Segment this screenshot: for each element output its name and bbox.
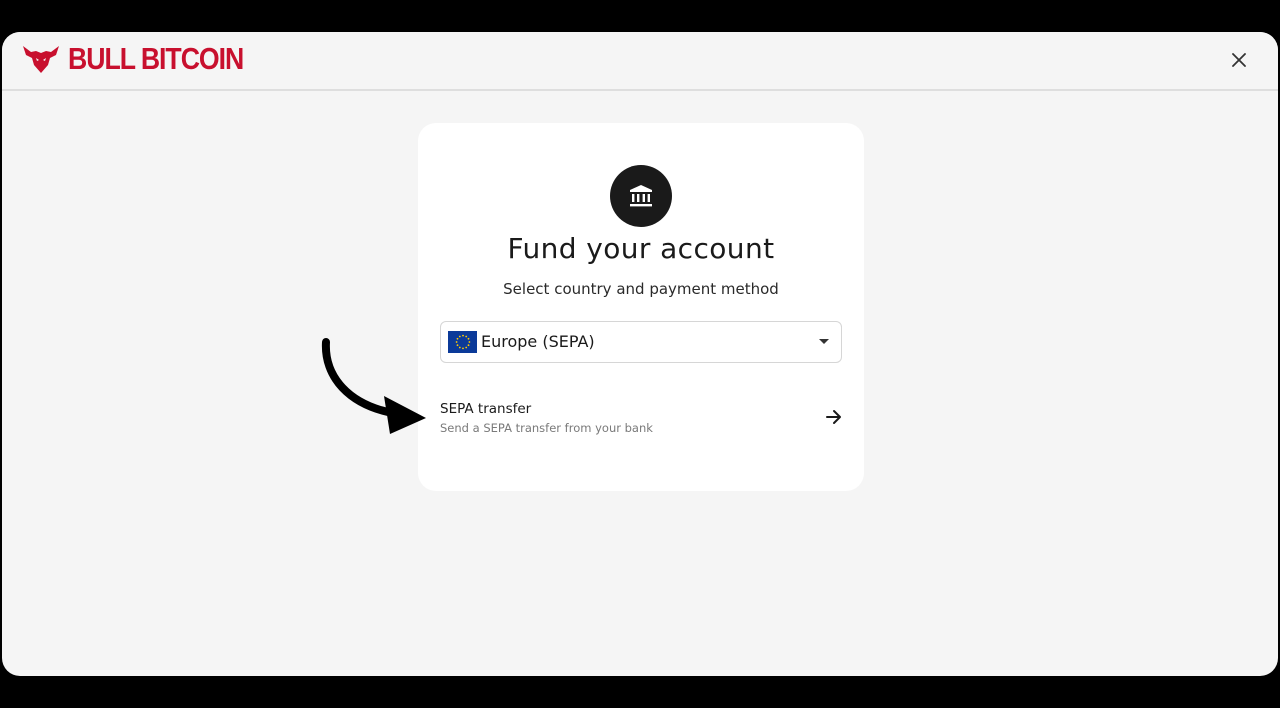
brand-logo[interactable]: BULL BITCOIN <box>22 43 272 75</box>
fund-account-card: Fund your account Select country and pay… <box>418 123 864 491</box>
header: BULL BITCOIN <box>2 32 1278 91</box>
region-select-value: Europe (SEPA) <box>481 332 595 351</box>
close-icon <box>1232 53 1246 67</box>
option-description: Send a SEPA transfer from your bank <box>440 421 653 435</box>
eu-flag-icon <box>448 331 477 353</box>
page-title: Fund your account <box>507 232 775 265</box>
pointer-arrow-icon <box>321 338 426 434</box>
page-subtitle: Select country and payment method <box>503 280 779 298</box>
arrow-right-icon <box>826 410 841 424</box>
region-select[interactable]: Europe (SEPA) <box>440 321 842 363</box>
brand-name: BULL BITCOIN <box>68 41 244 76</box>
bull-head-icon <box>23 46 59 73</box>
close-button[interactable] <box>1226 47 1252 73</box>
app-window: BULL BITCOIN Fund your account Select co… <box>2 32 1278 676</box>
bank-icon <box>630 185 652 207</box>
option-title: SEPA transfer <box>440 401 532 417</box>
chevron-down-icon <box>819 339 829 344</box>
bank-icon-badge <box>610 165 672 227</box>
sepa-transfer-option[interactable]: SEPA transfer Send a SEPA transfer from … <box>440 397 844 443</box>
